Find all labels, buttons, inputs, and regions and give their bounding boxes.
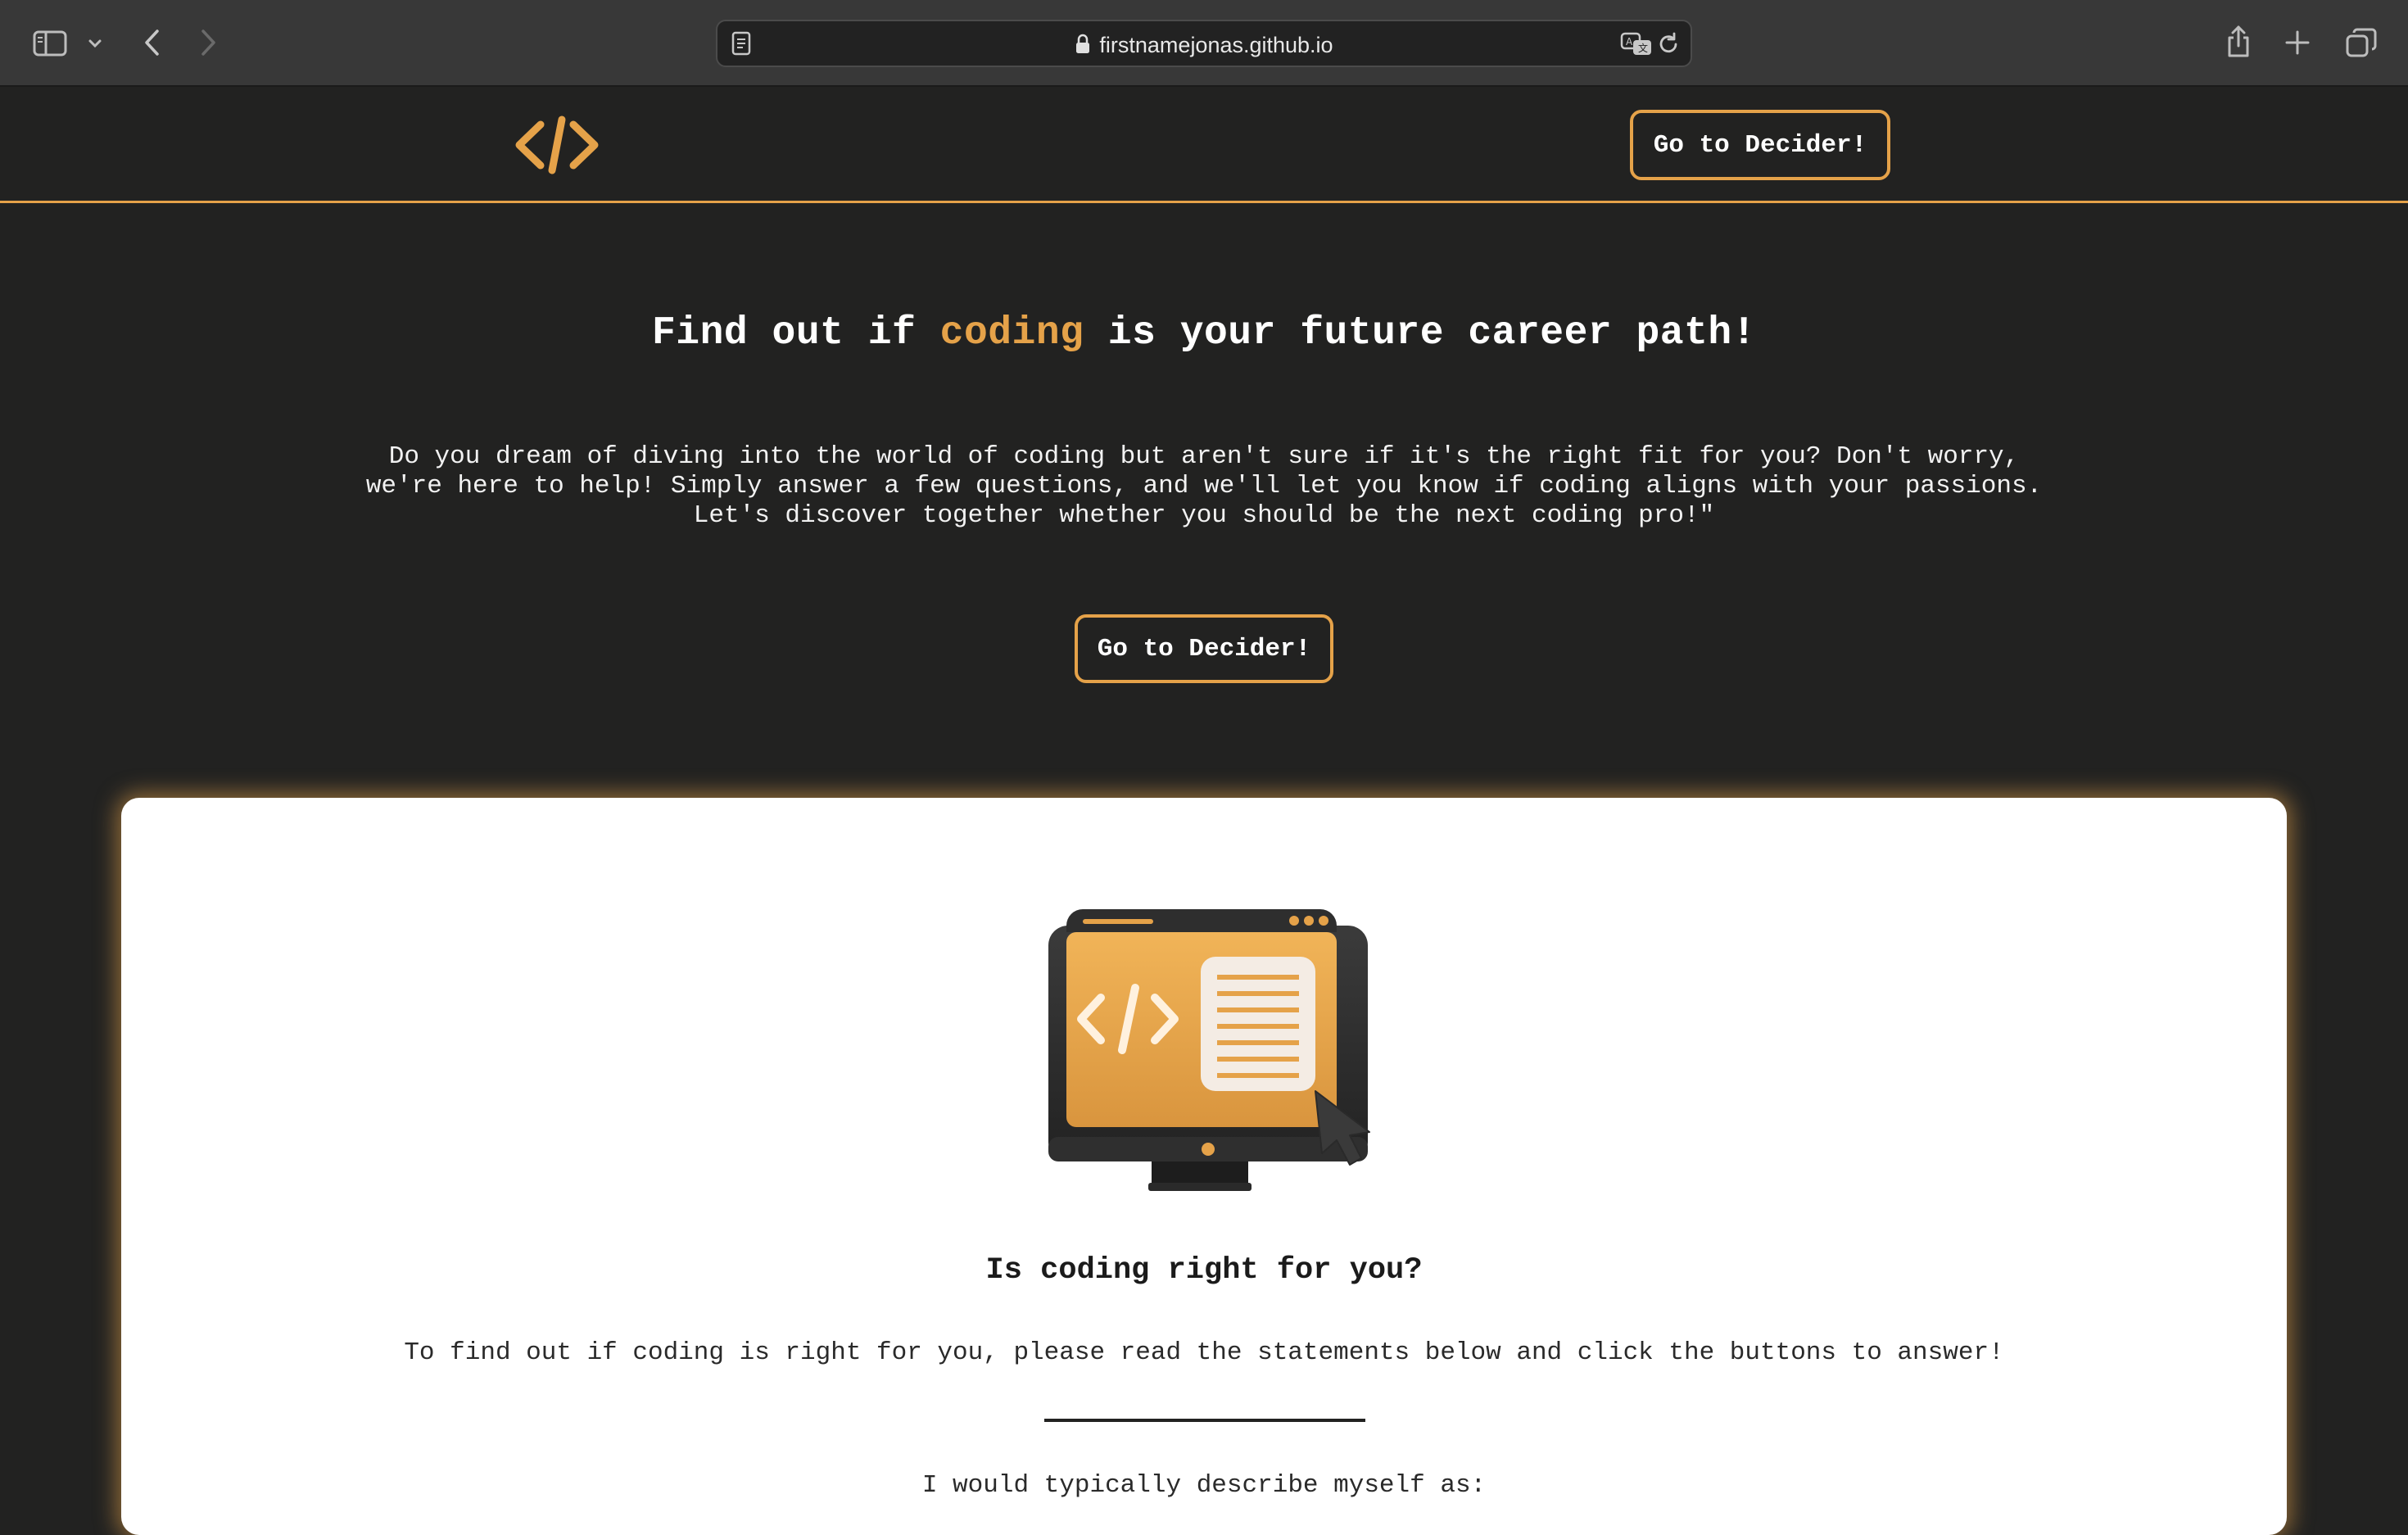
chevron-down-icon[interactable] bbox=[85, 31, 105, 56]
hero-title-start: Find out if bbox=[651, 311, 940, 355]
divider bbox=[1044, 1419, 1365, 1422]
reload-icon[interactable] bbox=[1658, 31, 1682, 57]
browser-toolbar: firstnamejonas.github.io A文 bbox=[0, 0, 2408, 87]
hero-title-end: is your future career path! bbox=[1084, 311, 1756, 355]
address-bar[interactable]: firstnamejonas.github.io A文 bbox=[716, 20, 1692, 67]
computer-monitor-code-illustration bbox=[1035, 908, 1379, 1212]
card-title: Is coding right for you? bbox=[985, 1253, 1423, 1288]
plus-icon[interactable] bbox=[2282, 26, 2313, 59]
hero-title: Find out if coding is your future career… bbox=[0, 311, 2408, 355]
back-arrow-icon[interactable] bbox=[138, 26, 165, 59]
code-brackets-logo[interactable] bbox=[513, 115, 601, 175]
go-to-decider-button[interactable]: Go to Decider! bbox=[1630, 110, 1890, 180]
forward-arrow-icon[interactable] bbox=[195, 26, 223, 59]
svg-text:文: 文 bbox=[1638, 42, 1648, 54]
site-header: Go to Decider! bbox=[0, 87, 2408, 203]
sidebar-icon[interactable] bbox=[31, 29, 69, 57]
tabs-icon[interactable] bbox=[2344, 26, 2379, 59]
decider-card: Is coding right for you? To find out if … bbox=[121, 798, 2287, 1535]
url-display[interactable]: firstnamejonas.github.io bbox=[717, 33, 1691, 58]
hero-go-to-decider-button[interactable]: Go to Decider! bbox=[1075, 614, 1333, 683]
hero-description: Do you dream of diving into the world of… bbox=[365, 442, 2043, 530]
url-text: firstnamejonas.github.io bbox=[1099, 33, 1333, 57]
share-icon[interactable] bbox=[2223, 23, 2254, 61]
svg-text:A: A bbox=[1626, 36, 1633, 48]
lock-icon bbox=[1075, 34, 1091, 55]
translate-icon[interactable]: A文 bbox=[1620, 31, 1653, 57]
card-instructions: To find out if coding is right for you, … bbox=[404, 1338, 2004, 1367]
question-text: I would typically describe myself as: bbox=[921, 1471, 1487, 1500]
hero-title-accent: coding bbox=[939, 311, 1084, 355]
